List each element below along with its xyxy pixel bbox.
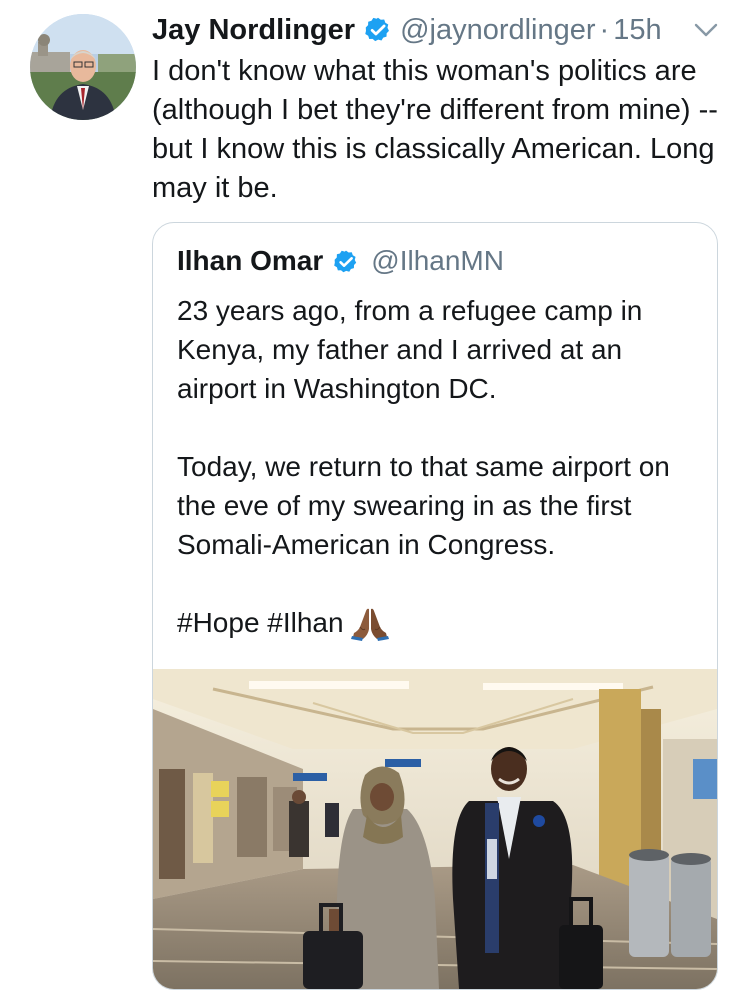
tweet-text: I don't know what this woman's politics …	[152, 55, 718, 204]
chevron-down-icon[interactable]	[692, 20, 720, 40]
tweet-timestamp[interactable]: 15h	[613, 12, 661, 48]
quoted-tweet-header: Ilhan Omar @IlhanMN	[177, 243, 504, 279]
quoted-author-handle[interactable]: @IlhanMN	[371, 243, 504, 279]
quoted-tweet-card[interactable]: Ilhan Omar @IlhanMN 23 years ago, from a…	[152, 222, 718, 990]
verified-badge-icon	[333, 248, 359, 274]
quoted-tweet-text: 23 years ago, from a refugee camp in Ken…	[177, 291, 697, 642]
folded-hands-icon	[350, 605, 390, 641]
author-display-name[interactable]: Jay Nordlinger	[152, 12, 355, 48]
quoted-paragraph-1: 23 years ago, from a refugee camp in Ken…	[177, 295, 643, 404]
author-avatar[interactable]	[30, 14, 136, 120]
separator-dot: ·	[599, 14, 610, 46]
quoted-author-name[interactable]: Ilhan Omar	[177, 243, 323, 279]
quoted-hashtags[interactable]: #Hope #Ilhan	[177, 603, 344, 642]
quoted-paragraph-2: Today, we return to that same airport on…	[177, 451, 670, 560]
tweet-header: Jay Nordlinger @jaynordlinger · 15h	[152, 12, 662, 48]
author-handle[interactable]: @jaynordlinger	[400, 12, 595, 48]
verified-badge-icon	[364, 16, 392, 44]
airport-photo[interactable]	[153, 669, 717, 989]
